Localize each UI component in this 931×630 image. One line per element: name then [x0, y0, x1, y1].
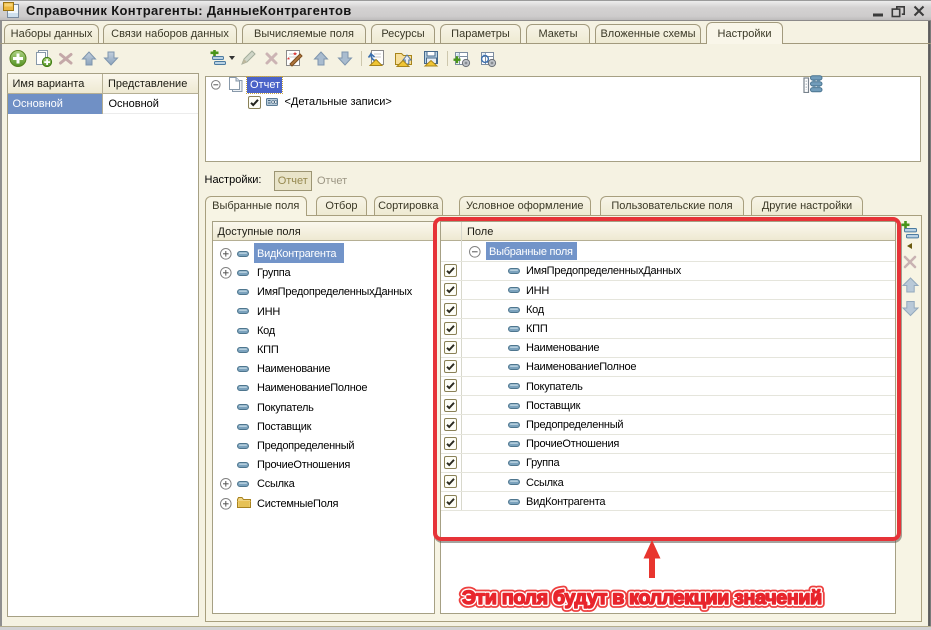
svg-text:Эти поля будут в коллекции зна: Эти поля будут в коллекции значений	[462, 587, 822, 609]
